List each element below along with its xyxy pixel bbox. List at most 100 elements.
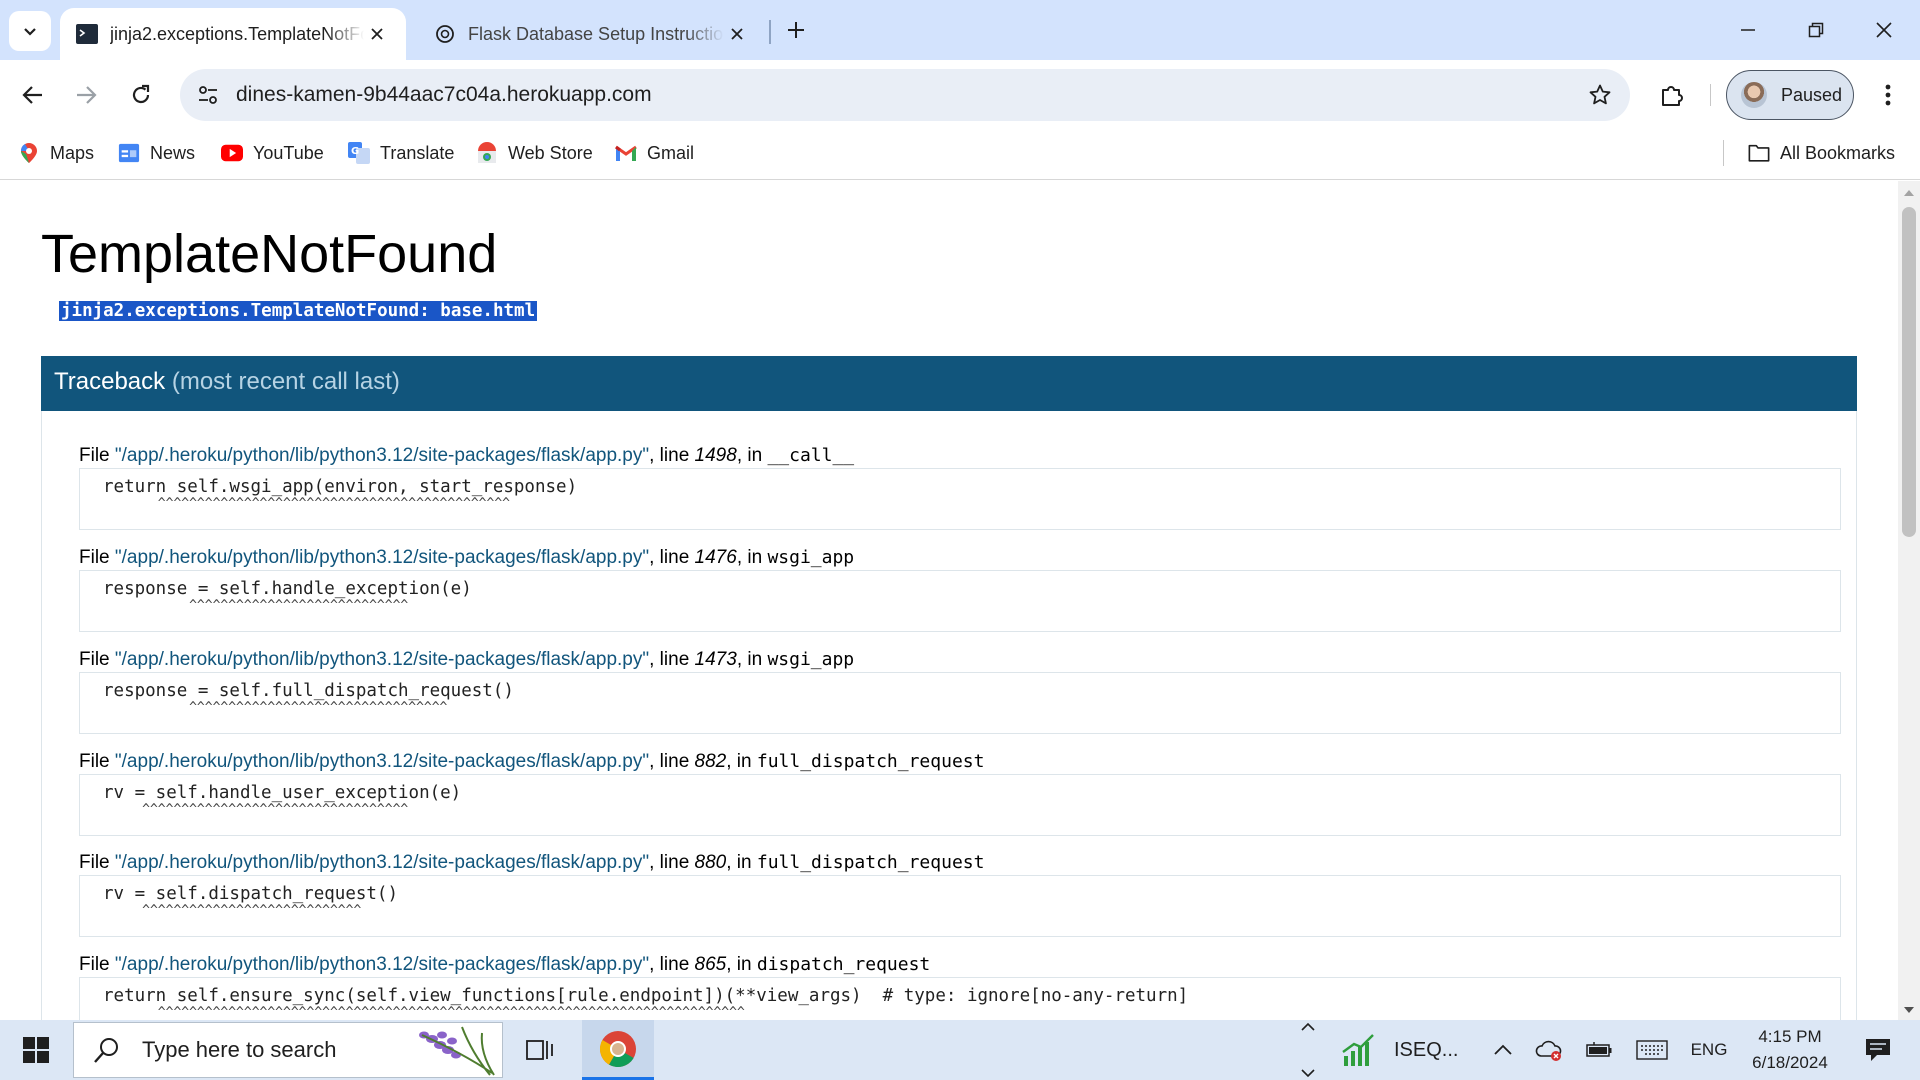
frame-filename[interactable]: "/app/.heroku/python/lib/python3.12/site… bbox=[115, 445, 649, 466]
tab-close-button[interactable] bbox=[724, 21, 750, 47]
file-prefix: File bbox=[79, 954, 115, 975]
frame-line-number: 1476 bbox=[694, 547, 737, 568]
page-scrollbar[interactable] bbox=[1898, 181, 1920, 1020]
frame-code[interactable]: rv = self.dispatch_request() ^^^^^^^^^^^… bbox=[79, 875, 1841, 937]
frame-line-number: 880 bbox=[694, 852, 727, 873]
frame-filename[interactable]: "/app/.heroku/python/lib/python3.12/site… bbox=[115, 649, 649, 670]
in-prefix: , in bbox=[726, 751, 757, 772]
stock-label: ISEQ... bbox=[1394, 1038, 1459, 1061]
traceback-body: File "/app/.heroku/python/lib/python3.12… bbox=[41, 411, 1857, 1020]
folder-icon bbox=[1748, 142, 1770, 164]
in-prefix: , in bbox=[736, 445, 768, 466]
new-tab-button[interactable] bbox=[780, 12, 812, 48]
chrome-taskbar-button[interactable] bbox=[582, 1020, 654, 1080]
maps-icon bbox=[18, 142, 40, 164]
restore-icon bbox=[1808, 22, 1824, 38]
search-icon bbox=[94, 1038, 118, 1063]
start-button[interactable] bbox=[10, 1020, 62, 1080]
restore-button[interactable] bbox=[1782, 0, 1850, 60]
scroll-down-button[interactable] bbox=[1898, 1002, 1920, 1018]
in-prefix: , in bbox=[736, 649, 768, 670]
file-prefix: File bbox=[79, 649, 115, 670]
file-prefix: File bbox=[79, 445, 115, 466]
line-prefix: , line bbox=[649, 649, 695, 670]
onedrive-button[interactable] bbox=[1532, 1020, 1566, 1080]
frame-function: __call__ bbox=[767, 445, 855, 466]
code-caret: ^^^^^^^^^^^^^^^^^^^^^^^^^^^^^^^^^^^^^^^^… bbox=[103, 496, 510, 511]
back-button[interactable] bbox=[13, 75, 53, 115]
frame-code[interactable]: return self.ensure_sync(self.view_functi… bbox=[79, 977, 1841, 1020]
frame-code[interactable]: response = self.handle_exception(e) ^^^^… bbox=[79, 570, 1841, 632]
taskbar-search-box[interactable]: Type here to search bbox=[73, 1022, 503, 1078]
tray-scroll-control[interactable] bbox=[1296, 1022, 1320, 1078]
code-caret: ^^^^^^^^^^^^^^^^^^^^^^^^^^^^^^^^^^^^^^^^… bbox=[103, 1005, 745, 1020]
bookmark-gmail[interactable]: Gmail bbox=[615, 138, 694, 168]
extensions-button[interactable] bbox=[1652, 75, 1692, 115]
task-view-button[interactable] bbox=[514, 1020, 566, 1080]
chevron-up-icon bbox=[1301, 1022, 1315, 1031]
task-view-icon bbox=[526, 1040, 553, 1060]
tab-close-button[interactable] bbox=[364, 21, 390, 47]
frame-location: File "/app/.heroku/python/lib/python3.12… bbox=[79, 851, 1841, 875]
frame-location: File "/app/.heroku/python/lib/python3.12… bbox=[79, 648, 1841, 672]
bookmark-webstore[interactable]: Web Store bbox=[476, 138, 593, 168]
bookmark-label: Gmail bbox=[647, 142, 695, 163]
bookmark-maps[interactable]: Maps bbox=[18, 138, 94, 168]
traceback-frame: File "/app/.heroku/python/lib/python3.12… bbox=[79, 648, 1841, 734]
tab-search-button[interactable] bbox=[9, 11, 51, 51]
bookmark-news[interactable]: News bbox=[118, 138, 195, 168]
scrollbar-thumb[interactable] bbox=[1902, 207, 1916, 537]
address-bar[interactable]: dines-kamen-9b44aac7c04a.herokuapp.com bbox=[180, 69, 1630, 121]
frame-filename[interactable]: "/app/.heroku/python/lib/python3.12/site… bbox=[115, 852, 649, 873]
clock-date: 6/18/2024 bbox=[1752, 1053, 1828, 1072]
frame-filename[interactable]: "/app/.heroku/python/lib/python3.12/site… bbox=[115, 751, 649, 772]
battery-button[interactable] bbox=[1582, 1020, 1616, 1080]
all-bookmarks-button[interactable]: All Bookmarks bbox=[1748, 138, 1895, 168]
bookmark-translate[interactable]: G Translate bbox=[348, 138, 454, 168]
traceback-frame: File "/app/.heroku/python/lib/python3.12… bbox=[79, 750, 1841, 836]
bookmark-label: News bbox=[150, 142, 196, 163]
tab-active[interactable]: jinja2.exceptions.TemplateNotFound: base… bbox=[60, 8, 406, 60]
windows-logo-icon bbox=[23, 1037, 49, 1063]
frame-code[interactable]: response = self.full_dispatch_request() … bbox=[79, 672, 1841, 734]
frame-code[interactable]: rv = self.handle_user_exception(e) ^^^^^… bbox=[79, 774, 1841, 836]
scroll-up-button[interactable] bbox=[1898, 185, 1920, 201]
url-text[interactable]: dines-kamen-9b44aac7c04a.herokuapp.com bbox=[236, 83, 652, 107]
gmail-icon bbox=[615, 142, 637, 164]
code-line: return self.wsgi_app(environ, start_resp… bbox=[103, 477, 578, 497]
frame-code[interactable]: return self.wsgi_app(environ, start_resp… bbox=[79, 468, 1841, 530]
bookmark-label: Maps bbox=[50, 142, 95, 163]
bookmark-star-button[interactable] bbox=[1582, 77, 1618, 113]
tab-inactive[interactable]: Flask Database Setup Instructions bbox=[418, 8, 766, 60]
arrow-right-icon bbox=[77, 86, 97, 104]
touch-keyboard-button[interactable] bbox=[1632, 1020, 1672, 1080]
frame-filename[interactable]: "/app/.heroku/python/lib/python3.12/site… bbox=[115, 954, 649, 975]
minimize-button[interactable] bbox=[1714, 0, 1782, 60]
toolbar-separator bbox=[1710, 84, 1711, 106]
tab-title: jinja2.exceptions.TemplateNotFound: base… bbox=[110, 23, 364, 44]
taskbar-clock[interactable]: 4:15 PM 6/18/2024 bbox=[1740, 1024, 1840, 1076]
profile-button[interactable]: Paused bbox=[1726, 70, 1854, 120]
line-prefix: , line bbox=[649, 751, 695, 772]
in-prefix: , in bbox=[726, 954, 757, 975]
reload-button[interactable] bbox=[121, 75, 161, 115]
frame-filename[interactable]: "/app/.heroku/python/lib/python3.12/site… bbox=[115, 547, 649, 568]
site-info-button[interactable] bbox=[190, 77, 226, 113]
frame-line-number: 1498 bbox=[694, 445, 737, 466]
chevron-down-icon bbox=[24, 28, 36, 36]
close-icon bbox=[731, 28, 743, 40]
notification-center-button[interactable] bbox=[1852, 1020, 1904, 1080]
page-viewport: TemplateNotFound jinja2.exceptions.Templ… bbox=[0, 181, 1898, 1020]
frame-location: File "/app/.heroku/python/lib/python3.12… bbox=[79, 546, 1841, 570]
frame-line-number: 1473 bbox=[694, 649, 737, 670]
forward-button[interactable] bbox=[66, 75, 106, 115]
stock-widget[interactable]: ISEQ... bbox=[1340, 1020, 1460, 1080]
show-hidden-icons-button[interactable] bbox=[1488, 1020, 1518, 1080]
close-window-button[interactable] bbox=[1850, 0, 1918, 60]
browser-menu-button[interactable] bbox=[1870, 75, 1906, 115]
input-language-button[interactable]: ENG bbox=[1688, 1020, 1730, 1080]
svg-text:G: G bbox=[351, 146, 359, 157]
bookmark-youtube[interactable]: YouTube bbox=[221, 138, 324, 168]
line-prefix: , line bbox=[649, 547, 695, 568]
arrow-left-icon bbox=[22, 86, 42, 104]
